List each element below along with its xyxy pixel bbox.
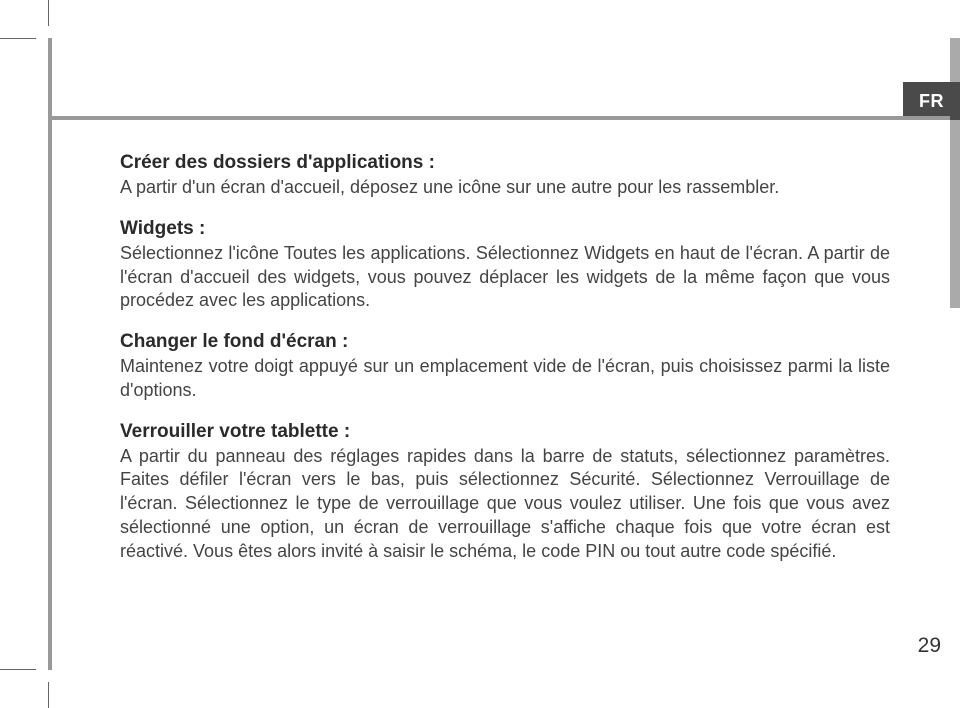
section-create-folders: Créer des dossiers d'applications : A pa…: [120, 152, 890, 200]
crop-mark: [0, 669, 36, 670]
page-edge-strip: [950, 38, 960, 308]
section-widgets: Widgets : Sélectionnez l'icône Toutes le…: [120, 218, 890, 313]
page-number: 29: [918, 634, 941, 658]
section-body: A partir du panneau des réglages rapides…: [120, 445, 890, 564]
section-body: A partir d'un écran d'accueil, déposez u…: [120, 176, 890, 200]
crop-mark: [48, 0, 49, 26]
section-body: Maintenez votre doigt appuyé sur un empl…: [120, 355, 890, 403]
section-wallpaper: Changer le fond d'écran : Maintenez votr…: [120, 331, 890, 403]
page-content: Créer des dossiers d'applications : A pa…: [120, 152, 890, 581]
crop-mark: [48, 682, 49, 708]
crop-mark: [0, 38, 36, 39]
frame-border-top: [48, 116, 950, 120]
section-heading: Verrouiller votre tablette :: [120, 421, 890, 443]
language-tab: FR: [903, 82, 960, 120]
section-heading: Créer des dossiers d'applications :: [120, 152, 890, 174]
section-lock-tablet: Verrouiller votre tablette : A partir du…: [120, 421, 890, 564]
section-heading: Changer le fond d'écran :: [120, 331, 890, 353]
section-heading: Widgets :: [120, 218, 890, 240]
frame-border-left: [48, 38, 52, 670]
section-body: Sélectionnez l'icône Toutes les applicat…: [120, 242, 890, 313]
